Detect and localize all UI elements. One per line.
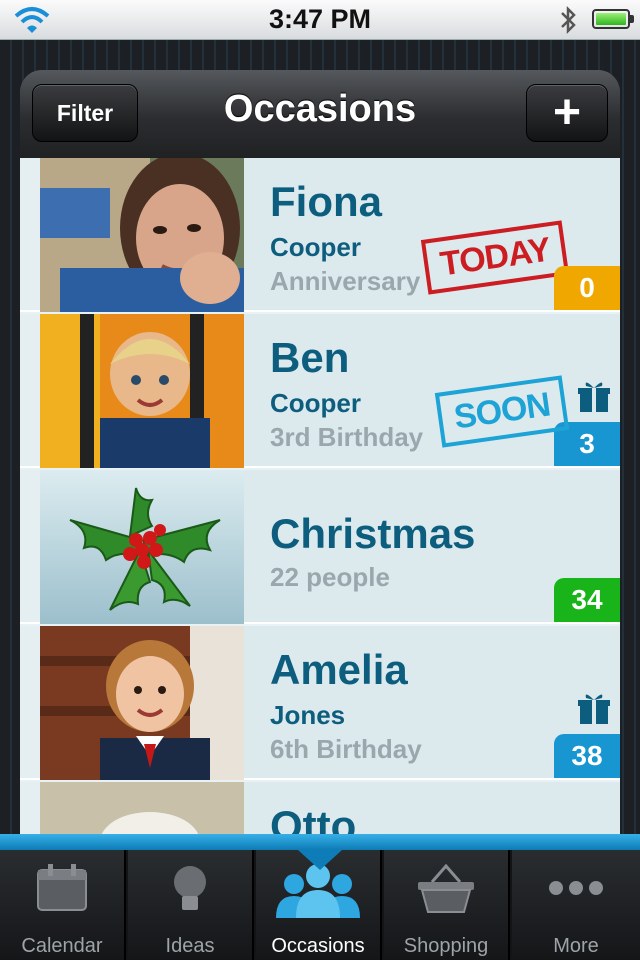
gift-count-badge: 34 bbox=[554, 578, 620, 622]
contact-photo bbox=[40, 158, 244, 312]
basket-icon bbox=[418, 863, 474, 913]
status-time: 3:47 PM bbox=[268, 4, 372, 34]
list-item[interactable]: Amelia Jones 6th Birthday 38 bbox=[20, 626, 620, 780]
gift-count-badge: 0 bbox=[554, 266, 620, 310]
tab-label: Ideas bbox=[165, 935, 215, 957]
occasion-name: Ben bbox=[270, 334, 350, 381]
today-stamp: TODAY bbox=[420, 220, 570, 295]
battery-icon bbox=[592, 9, 634, 29]
tab-label: Calendar bbox=[21, 935, 103, 957]
tab-ideas[interactable]: Ideas bbox=[128, 850, 254, 960]
more-icon bbox=[549, 881, 603, 895]
occasions-list: Fiona Cooper Anniversary TODAY 0 Ben Coo… bbox=[20, 158, 620, 860]
occasion-detail: 6th Birthday bbox=[270, 734, 422, 764]
add-occasion-button[interactable]: + bbox=[526, 84, 608, 142]
contact-photo bbox=[40, 314, 244, 468]
occasion-subtitle: Cooper bbox=[270, 388, 361, 418]
calendar-icon bbox=[37, 864, 87, 911]
occasion-name: Christmas bbox=[270, 510, 476, 557]
tab-calendar[interactable]: Calendar bbox=[0, 850, 126, 960]
tab-label: Shopping bbox=[403, 935, 489, 957]
lightbulb-icon bbox=[174, 866, 206, 910]
occasions-panel: Filter Occasions + Fiona Cooper Annivers… bbox=[20, 70, 620, 860]
occasion-detail: Anniversary bbox=[270, 266, 421, 296]
gift-icon bbox=[578, 382, 610, 412]
gift-count-badge: 38 bbox=[554, 734, 620, 778]
list-item[interactable]: Fiona Cooper Anniversary TODAY 0 bbox=[20, 158, 620, 312]
occasion-subtitle: Cooper bbox=[270, 232, 361, 262]
list-item[interactable]: Christmas 22 people 34 bbox=[20, 470, 620, 624]
occasion-name: Amelia bbox=[270, 646, 408, 693]
occasion-subtitle: Jones bbox=[270, 700, 346, 730]
active-tab-pointer bbox=[298, 850, 342, 870]
tab-shopping[interactable]: Shopping bbox=[384, 850, 510, 960]
contact-photo bbox=[40, 626, 244, 780]
nav-bar: Filter Occasions + bbox=[20, 70, 620, 158]
tab-label: Occasions bbox=[271, 935, 365, 957]
occasion-name: Fiona bbox=[270, 178, 382, 225]
occasion-detail: 22 people bbox=[270, 562, 390, 592]
tab-more[interactable]: More bbox=[512, 850, 640, 960]
gift-icon bbox=[578, 694, 610, 724]
occasion-detail: 3rd Birthday bbox=[270, 422, 424, 452]
tab-label: More bbox=[553, 935, 599, 957]
bluetooth-icon bbox=[561, 5, 576, 35]
holly-image bbox=[40, 470, 244, 624]
status-bar: 3:47 PM bbox=[0, 0, 640, 40]
